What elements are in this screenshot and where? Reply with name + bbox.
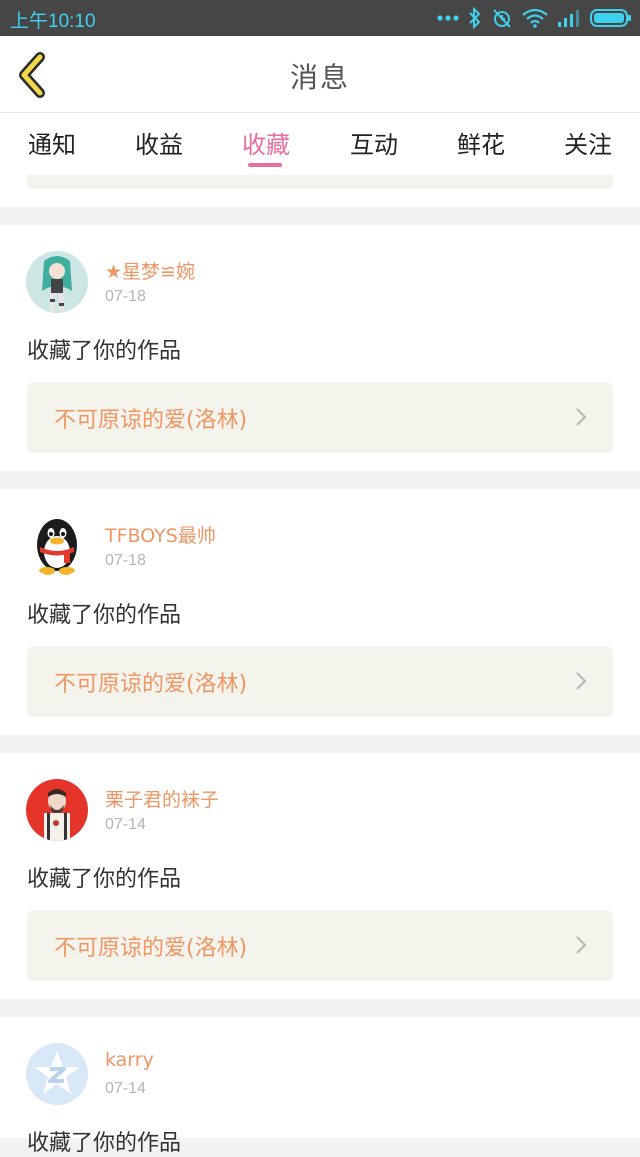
dots-icon (437, 15, 459, 21)
message-card: ★星梦≌婉 07-18 收藏了你的作品 不可原谅的爱(洛林) (0, 225, 640, 471)
page-title: 消息 (289, 61, 350, 94)
tab-flowers[interactable]: 鲜花 (441, 125, 521, 160)
message-card: 栗子君的袜子 07-14 收藏了你的作品 不可原谅的爱(洛林) (0, 753, 640, 999)
alarm-off-icon (493, 9, 511, 28)
chevron-right-icon (576, 936, 587, 954)
work-link[interactable]: 不可原谅的爱(洛林) (27, 910, 613, 981)
message-card: TFBOYS最帅 07-18 收藏了你的作品 不可原谅的爱(洛林) (0, 489, 640, 735)
work-title: 不可原谅的爱(洛林) (54, 408, 248, 433)
action-text: 收藏了你的作品 (27, 603, 182, 628)
status-time: 上午10:10 (10, 11, 96, 32)
action-text: 收藏了你的作品 (27, 867, 182, 892)
previous-work-box[interactable] (27, 175, 613, 189)
avatar[interactable] (26, 515, 88, 577)
tab-earnings[interactable]: 收益 (119, 125, 199, 160)
tab-favorites[interactable]: 收藏 (226, 125, 306, 160)
work-title: 不可原谅的爱(洛林) (54, 672, 248, 697)
username[interactable]: 栗子君的袜子 (105, 785, 219, 812)
work-link[interactable]: 不可原谅的爱(洛林) (27, 646, 613, 717)
username[interactable]: karry (105, 1049, 154, 1071)
work-title: 不可原谅的爱(洛林) (54, 936, 248, 961)
previous-card-stub (0, 175, 640, 207)
bluetooth-icon (469, 7, 481, 29)
active-tab-indicator (248, 163, 282, 167)
avatar[interactable] (26, 251, 88, 313)
message-card: karry 07-14 收藏了你的作品 (0, 1017, 640, 1156)
top-bar: 消息 (0, 36, 640, 113)
status-bar: 上午10:10 (0, 0, 640, 36)
avatar[interactable] (26, 1043, 88, 1105)
username[interactable]: TFBOYS最帅 (105, 521, 216, 548)
message-date: 07-14 (105, 816, 146, 833)
signal-icon (558, 10, 579, 27)
action-text: 收藏了你的作品 (27, 339, 182, 364)
chevron-right-icon (576, 408, 587, 426)
message-date: 07-14 (105, 1080, 146, 1097)
work-link[interactable]: 不可原谅的爱(洛林) (27, 382, 613, 453)
message-date: 07-18 (105, 288, 146, 305)
battery-icon (590, 9, 631, 27)
username[interactable]: ★星梦≌婉 (105, 257, 195, 284)
status-icons (437, 5, 632, 31)
message-date: 07-18 (105, 552, 146, 569)
tab-follow[interactable]: 关注 (548, 125, 628, 160)
action-text: 收藏了你的作品 (27, 1131, 182, 1156)
wifi-icon (522, 8, 548, 28)
chevron-right-icon (576, 672, 587, 690)
avatar[interactable] (26, 779, 88, 841)
tab-notify[interactable]: 通知 (12, 125, 92, 160)
tab-interaction[interactable]: 互动 (334, 125, 414, 160)
tab-bar: 通知 收益 收藏 互动 鲜花 关注 (0, 113, 640, 175)
